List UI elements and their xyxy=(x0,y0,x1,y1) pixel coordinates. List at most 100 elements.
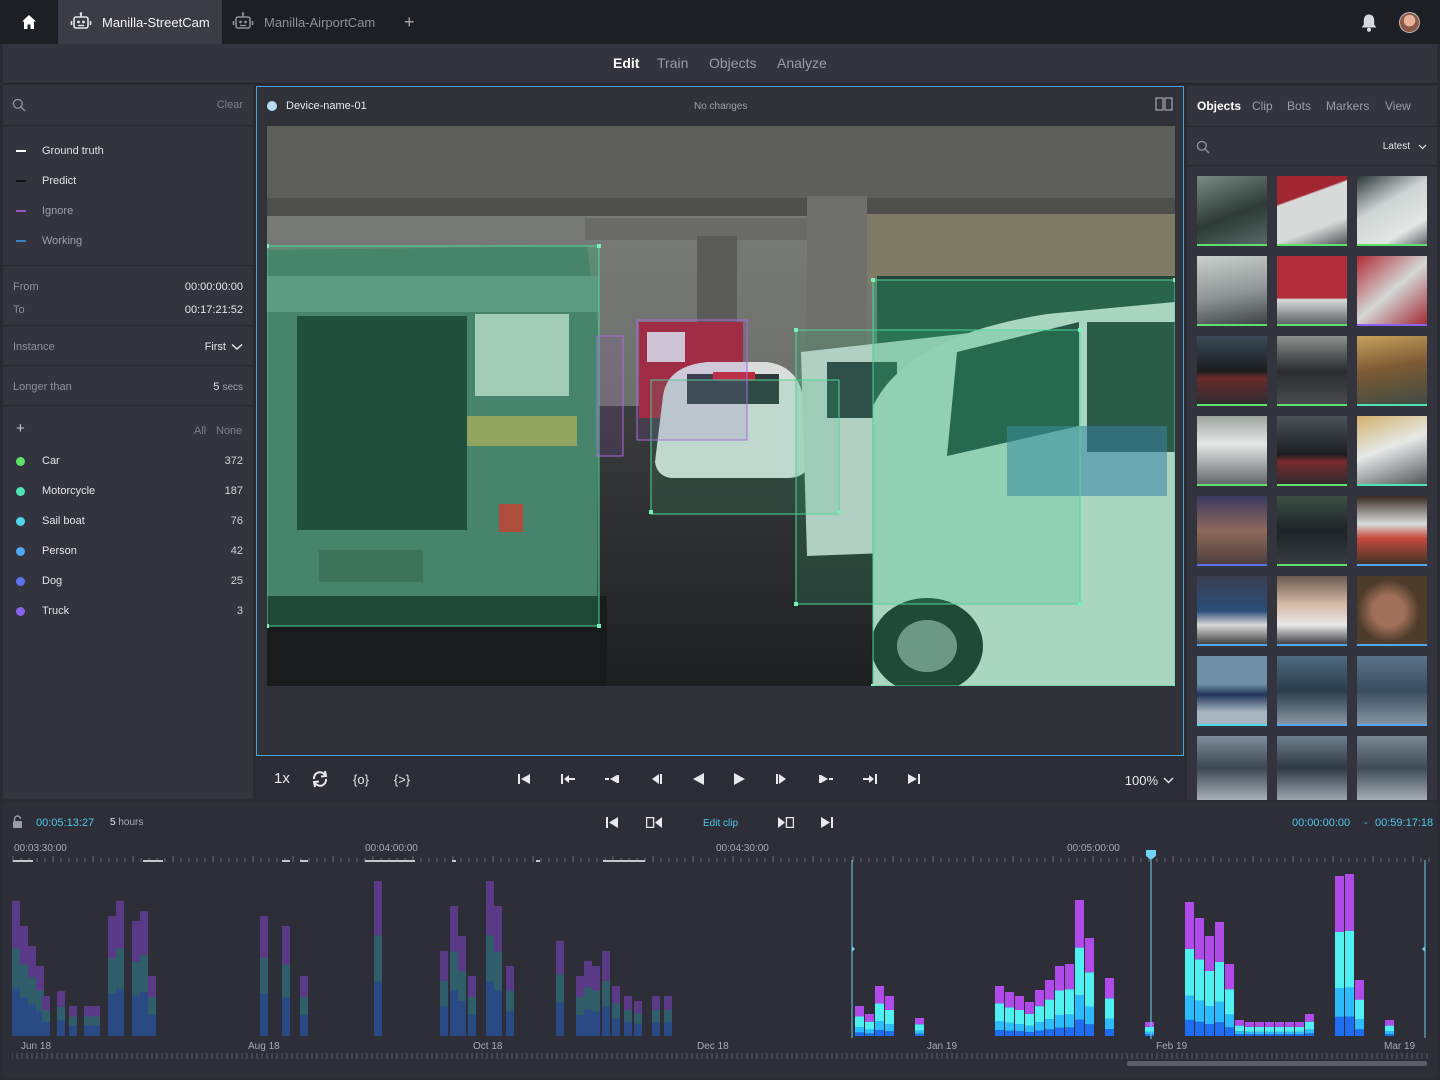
object-thumbnail[interactable] xyxy=(1357,256,1427,326)
playhead[interactable] xyxy=(1144,849,1158,1039)
class-motorcycle[interactable]: Motorcycle 187 xyxy=(16,485,243,497)
histogram-bar xyxy=(995,1030,1004,1036)
tab-markers[interactable]: Markers xyxy=(1326,99,1369,113)
select-all-button[interactable]: All xyxy=(194,425,206,437)
histogram-bar xyxy=(1355,1029,1364,1036)
object-thumbnail[interactable] xyxy=(1277,736,1347,800)
object-thumbnail[interactable] xyxy=(1277,496,1347,566)
activity-histogram[interactable] xyxy=(12,860,1428,1038)
legend-ignore[interactable]: Ignore xyxy=(16,205,73,217)
histogram-bar xyxy=(915,1024,924,1031)
histogram-bar xyxy=(450,990,458,1036)
video-frame[interactable] xyxy=(267,126,1175,686)
object-thumbnail[interactable] xyxy=(1357,176,1427,246)
object-thumbnail[interactable] xyxy=(1357,736,1427,800)
mark-out-icon[interactable] xyxy=(778,817,794,828)
longer-than-field[interactable]: Longer than 5 secs xyxy=(13,381,243,393)
to-field[interactable]: To 00:17:21:52 xyxy=(13,304,243,316)
object-thumbnail[interactable] xyxy=(1277,176,1347,246)
longer-than-value[interactable]: 5 xyxy=(213,381,219,393)
object-thumbnail[interactable] xyxy=(1277,256,1347,326)
skip-end-icon[interactable] xyxy=(821,817,833,828)
legend-working[interactable]: Working xyxy=(16,235,82,247)
histogram-bar xyxy=(584,987,592,1010)
object-thumbnail[interactable] xyxy=(1197,736,1267,800)
legend-ground-truth[interactable]: Ground truth xyxy=(16,145,104,157)
add-tab-button[interactable]: + xyxy=(404,12,415,33)
object-thumbnail[interactable] xyxy=(1277,416,1347,486)
lock-icon[interactable] xyxy=(12,815,23,829)
timeline-scrollbar[interactable] xyxy=(1127,1061,1427,1066)
step-back-button[interactable] xyxy=(645,768,667,790)
class-sail-boat[interactable]: Sail boat 76 xyxy=(16,515,243,527)
tab-bots[interactable]: Bots xyxy=(1287,99,1311,113)
objects-panel: Objects Clip Bots Markers View Latest xyxy=(1187,86,1437,800)
object-thumbnail[interactable] xyxy=(1197,256,1267,326)
class-car[interactable]: Car 372 xyxy=(16,455,243,467)
object-thumbnail[interactable] xyxy=(1277,656,1347,726)
add-class-button[interactable]: + xyxy=(16,420,25,437)
play-button[interactable] xyxy=(729,768,751,790)
home-button[interactable] xyxy=(0,0,58,44)
tab-objects-panel[interactable]: Objects xyxy=(1197,99,1241,113)
object-thumbnail[interactable] xyxy=(1277,576,1347,646)
to-value[interactable]: 00:17:21:52 xyxy=(185,304,243,316)
tab-manilla-airportcam[interactable]: Manilla-AirportCam xyxy=(222,0,390,44)
skip-start-button[interactable] xyxy=(513,768,535,790)
object-thumbnail[interactable] xyxy=(1197,416,1267,486)
object-thumbnail[interactable] xyxy=(1357,496,1427,566)
object-thumbnail[interactable] xyxy=(1197,336,1267,406)
split-view-icon[interactable] xyxy=(1155,97,1173,111)
play-reverse-button[interactable] xyxy=(687,768,709,790)
object-thumbnail[interactable] xyxy=(1197,176,1267,246)
playback-controls: 1x {o} {>} 100% xyxy=(256,758,1184,800)
bell-icon[interactable] xyxy=(1360,13,1378,33)
edit-clip-button[interactable]: Edit clip xyxy=(703,818,738,829)
object-thumbnail[interactable] xyxy=(1197,656,1267,726)
object-thumbnail[interactable] xyxy=(1197,576,1267,646)
mark-in-icon[interactable] xyxy=(646,817,662,828)
object-thumbnail[interactable] xyxy=(1357,416,1427,486)
skip-start-icon[interactable] xyxy=(606,817,618,828)
from-field[interactable]: From 00:00:00:00 xyxy=(13,281,243,293)
class-dog[interactable]: Dog 25 xyxy=(16,575,243,587)
object-thumbnail[interactable] xyxy=(1357,656,1427,726)
mode-tabs: Edit Train Objects Analyze xyxy=(3,44,1437,84)
loop-forward-button[interactable]: {>} xyxy=(391,768,413,790)
clear-button[interactable]: Clear xyxy=(217,99,243,111)
histogram-bar xyxy=(855,1006,864,1017)
tab-train[interactable]: Train xyxy=(657,55,688,71)
avatar[interactable] xyxy=(1399,12,1420,33)
zoom-dropdown[interactable]: 100% xyxy=(1125,773,1174,788)
skip-end-button[interactable] xyxy=(903,768,925,790)
objects-search[interactable]: Latest xyxy=(1187,126,1437,166)
legend-predict[interactable]: Predict xyxy=(16,175,76,187)
from-value[interactable]: 00:00:00:00 xyxy=(185,281,243,293)
class-truck[interactable]: Truck 3 xyxy=(16,605,243,617)
sort-dropdown[interactable]: Latest xyxy=(1383,141,1427,152)
tab-objects[interactable]: Objects xyxy=(709,55,756,71)
class-person[interactable]: Person 42 xyxy=(16,545,243,557)
loop-clip-button[interactable]: {o} xyxy=(350,768,372,790)
object-thumbnail[interactable] xyxy=(1277,336,1347,406)
prev-keyframe-button[interactable] xyxy=(601,768,623,790)
tab-analyze[interactable]: Analyze xyxy=(777,55,827,71)
prev-marker-button[interactable] xyxy=(557,768,579,790)
filter-search[interactable]: Clear xyxy=(3,85,253,126)
tab-clip[interactable]: Clip xyxy=(1252,99,1273,113)
step-forward-button[interactable] xyxy=(771,768,793,790)
instance-dropdown[interactable]: Instance First xyxy=(13,341,243,353)
select-none-button[interactable]: None xyxy=(216,425,242,437)
object-thumbnail[interactable] xyxy=(1357,336,1427,406)
next-keyframe-button[interactable] xyxy=(815,768,837,790)
tab-manilla-streetcam[interactable]: Manilla-StreetCam xyxy=(58,0,222,44)
tab-view[interactable]: View xyxy=(1385,99,1411,113)
object-thumbnail[interactable] xyxy=(1197,496,1267,566)
next-marker-button[interactable] xyxy=(859,768,881,790)
robot-icon xyxy=(232,12,254,29)
playback-speed[interactable]: 1x xyxy=(274,770,290,787)
tab-edit[interactable]: Edit xyxy=(613,55,639,71)
change-status: No changes xyxy=(694,101,748,112)
object-thumbnail[interactable] xyxy=(1357,576,1427,646)
loop-button[interactable] xyxy=(309,768,331,790)
